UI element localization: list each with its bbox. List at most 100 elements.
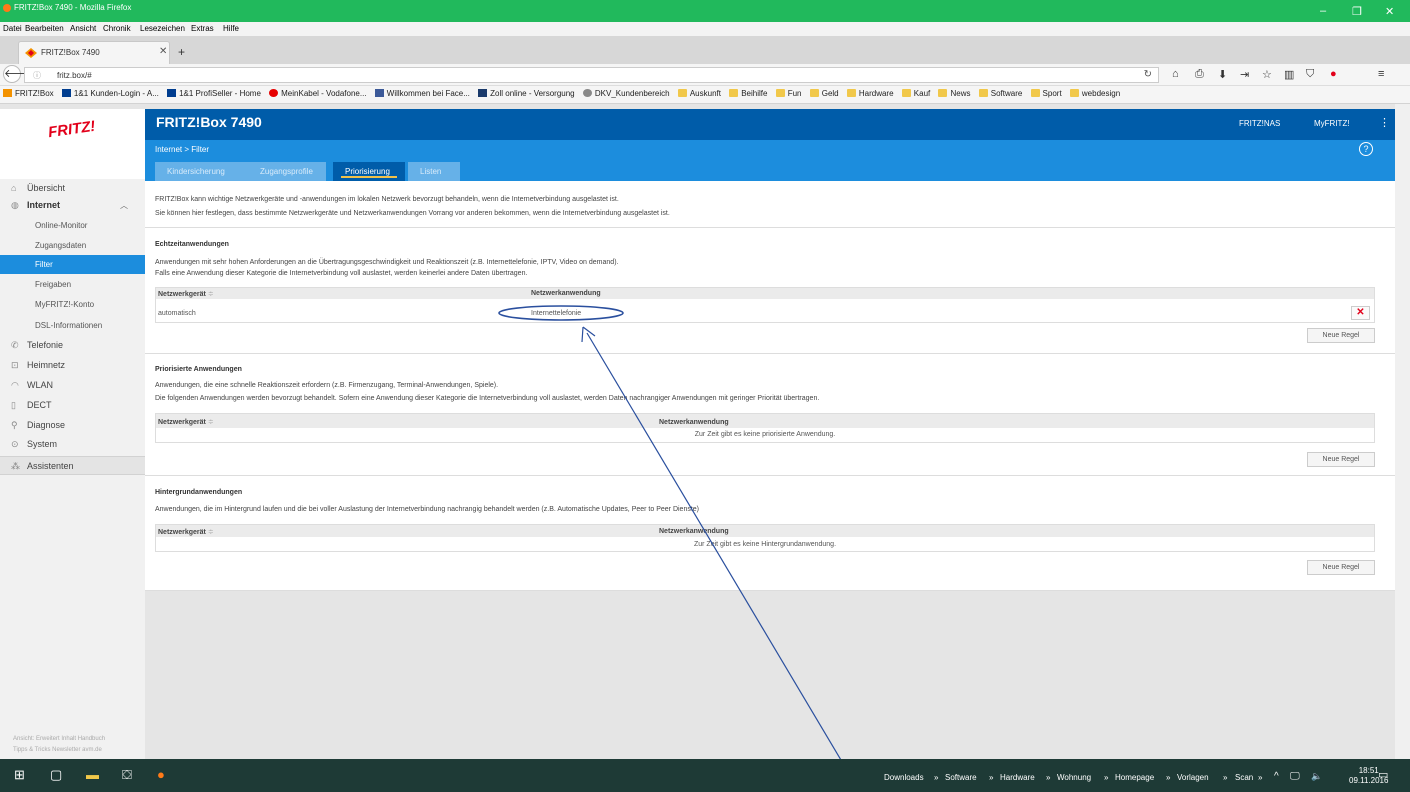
new-tab-button[interactable]: + [178,45,185,59]
download-icon[interactable]: ⬇ [1218,68,1227,81]
sidebar-item-myfritz-konto[interactable]: MyFRITZ!-Konto [0,295,145,314]
folder-icon [978,89,988,97]
maximize-button[interactable]: ❐ [1352,5,1362,18]
reload-icon[interactable]: ↻ [1144,69,1152,80]
library-icon[interactable]: ▥ [1284,68,1294,81]
print-icon[interactable]: ⎙ [1195,68,1204,81]
browser-tab[interactable]: FRITZ!Box 7490 ✕ [18,41,170,64]
firefox-taskbar-icon[interactable]: ● [157,767,165,782]
page-scrollbar[interactable] [1395,104,1410,759]
bookmark-folder-geld[interactable]: Geld [809,89,839,98]
toolbar-chevron-icon[interactable]: » [989,773,993,782]
bookmark-folder-auskunft[interactable]: Auskunft [677,89,721,98]
bookmark-zoll[interactable]: Zoll online - Versorgung [478,89,575,98]
help-icon[interactable]: ? [1359,142,1373,156]
myfritz-link[interactable]: MyFRITZ! [1314,119,1350,128]
sidebar-item-zugangsdaten[interactable]: Zugangsdaten [0,236,145,255]
menu-ansicht[interactable]: Ansicht [70,24,96,33]
tab-kindersicherung[interactable]: Kindersicherung [155,162,250,181]
minimize-button[interactable]: – [1320,5,1326,17]
volume-icon[interactable]: 🔈 [1311,771,1322,782]
more-menu-icon[interactable]: ⋮ [1379,116,1390,129]
column-header-netzwerkgeraet[interactable]: Netzwerkgerät ≑ [158,528,214,536]
menu-datei[interactable]: Datei [3,24,22,33]
adblock-icon[interactable]: ● [1330,68,1337,80]
sidebar-item-dect[interactable]: ▯ DECT [0,396,145,415]
bookmark-folder-kauf[interactable]: Kauf [901,89,930,98]
bookmark-star-icon[interactable]: ☆ [1262,68,1272,81]
column-header-netzwerkgeraet[interactable]: Netzwerkgerät ≑ [158,290,214,298]
pocket-icon[interactable]: ⇥ [1240,68,1249,81]
menu-hilfe[interactable]: Hilfe [223,24,239,33]
toolbar-scan[interactable]: Scan [1235,773,1253,782]
notification-icon[interactable]: ▭ [1378,768,1388,781]
task-view-icon[interactable]: ▢ [50,767,62,783]
column-header-netzwerkgeraet[interactable]: Netzwerkgerät ≑ [158,418,214,426]
new-rule-button-hintergrund[interactable]: Neue Regel [1307,560,1375,575]
bookmark-folder-sport[interactable]: Sport [1030,89,1062,98]
url-bar[interactable]: ⓘ fritz.box/# ↻ [24,67,1159,83]
sidebar-item-diagnose[interactable]: ⚲ Diagnose [0,416,145,435]
store-icon[interactable]: ⛋ [122,767,132,783]
bookmark-folder-beihilfe[interactable]: Beihilfe [729,89,767,98]
bookmark-facebook[interactable]: Willkommen bei Face... [374,89,470,98]
toolbar-chevron-icon[interactable]: » [1046,773,1050,782]
toolbar-chevron-icon[interactable]: » [1104,773,1108,782]
toolbar-chevron-icon[interactable]: » [1166,773,1170,782]
tab-listen[interactable]: Listen [408,162,460,181]
tab-zugangsprofile[interactable]: Zugangsprofile [248,162,326,181]
fritz-logo[interactable]: FRITZ! [0,109,145,179]
toolbar-chevron-icon[interactable]: » [1258,773,1262,782]
sidebar-item-heimnetz[interactable]: ⊡ Heimnetz [0,356,145,375]
sidebar-item-telefonie[interactable]: ✆ Telefonie [0,336,145,355]
shield-icon[interactable]: ⛉ [1306,68,1314,81]
toolbar-homepage[interactable]: Homepage [1115,773,1154,782]
sidebar-item-filter[interactable]: Filter [0,255,145,274]
bookmark-folder-hardware[interactable]: Hardware [846,89,894,98]
bookmark-1und1-login[interactable]: 1&1 Kunden-Login - A... [61,89,159,98]
toolbar-chevron-icon[interactable]: » [934,773,938,782]
tray-expand-icon[interactable]: ^ [1274,771,1279,782]
sidebar-item-internet[interactable]: ◍ Internet ︿ [0,196,145,215]
new-rule-button-echtzeit[interactable]: Neue Regel [1307,328,1375,343]
menu-lesezeichen[interactable]: Lesezeichen [140,24,185,33]
close-window-button[interactable]: ✕ [1385,5,1394,18]
footer-links-row-2[interactable]: Tipps & Tricks Newsletter avm.de [13,745,138,756]
tab-close-icon[interactable]: ✕ [159,46,167,57]
hamburger-menu-icon[interactable]: ≡ [1378,68,1384,80]
home-icon[interactable]: ⌂ [1172,68,1179,80]
sidebar-item-wlan[interactable]: ◠ WLAN [0,376,145,395]
toolbar-wohnung[interactable]: Wohnung [1057,773,1091,782]
bookmark-1und1-profiseller[interactable]: 1&1 ProfiSeller - Home [167,89,261,98]
bookmark-folder-news[interactable]: News [938,89,971,98]
toolbar-downloads[interactable]: Downloads [884,773,924,782]
bookmark-folder-fun[interactable]: Fun [775,89,801,98]
sidebar-item-system[interactable]: ⊙ System [0,435,145,454]
menu-extras[interactable]: Extras [191,24,214,33]
sidebar-item-dsl-informationen[interactable]: DSL-Informationen [0,316,145,335]
delete-rule-button[interactable]: ✕ [1351,306,1370,320]
tab-priorisierung[interactable]: Priorisierung [333,162,405,181]
sidebar-item-online-monitor[interactable]: Online-Monitor [0,216,145,235]
new-rule-button-priorisiert[interactable]: Neue Regel [1307,452,1375,467]
windows-start-icon[interactable]: ⊞ [14,767,25,783]
file-explorer-icon[interactable]: ▬ [86,767,99,782]
menu-bearbeiten[interactable]: Bearbeiten [25,24,64,33]
toolbar-chevron-icon[interactable]: » [1223,773,1227,782]
info-icon[interactable]: ⓘ [33,70,41,81]
network-tray-icon[interactable]: 🖵 [1290,771,1300,782]
sidebar-item-freigaben[interactable]: Freigaben [0,275,145,294]
bookmark-folder-software[interactable]: Software [978,89,1022,98]
toolbar-software[interactable]: Software [945,773,977,782]
menu-chronik[interactable]: Chronik [103,24,131,33]
bookmark-meinkabel[interactable]: MeinKabel - Vodafone... [269,89,367,98]
fritznas-link[interactable]: FRITZ!NAS [1239,119,1280,128]
bookmark-dkv[interactable]: DKV_Kundenbereich [582,89,670,98]
footer-links-row-1[interactable]: Ansicht: Erweitert Inhalt Handbuch [13,734,138,745]
sidebar-item-assistenten[interactable]: ⁂ Assistenten [0,456,145,475]
back-button[interactable]: 🡐 [3,65,34,83]
toolbar-hardware[interactable]: Hardware [1000,773,1035,782]
bookmark-folder-webdesign[interactable]: webdesign [1069,89,1120,98]
bookmark-fritzbox[interactable]: FRITZ!Box [3,89,54,98]
toolbar-vorlagen[interactable]: Vorlagen [1177,773,1209,782]
